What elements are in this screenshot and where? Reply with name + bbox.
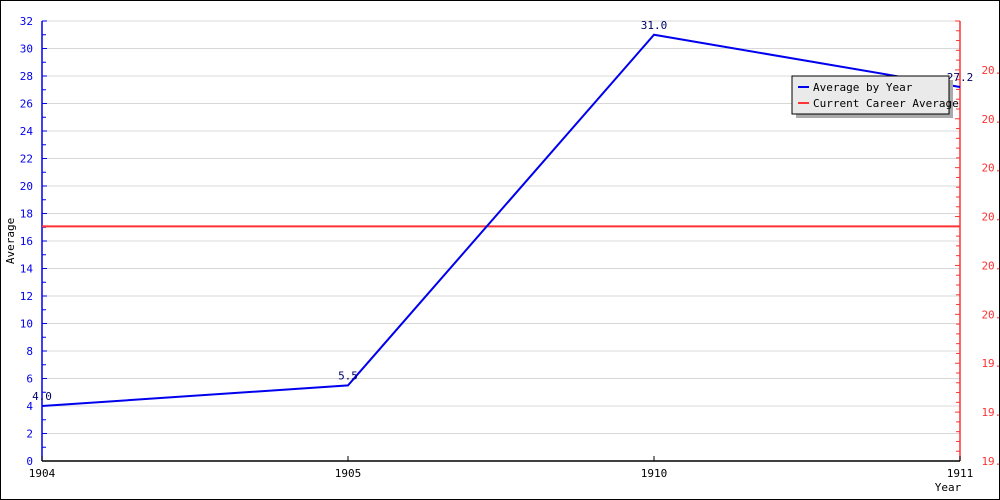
x-axis-title: Year — [935, 481, 962, 494]
data-label: 31.0 — [641, 19, 668, 32]
x-tick-label: 1905 — [335, 467, 362, 480]
chart-container: 02468101214161820222426283032 19.8519.90… — [0, 0, 1000, 500]
right-tick-label: 20.25 — [981, 64, 1000, 77]
legend: Average by Year Current Career Average — [791, 75, 959, 118]
right-tick-label: 20.10 — [981, 211, 1000, 224]
right-tick-label: 20.00 — [981, 308, 1000, 321]
legend-label: Current Career Average — [813, 97, 959, 110]
left-tick-label: 24 — [20, 125, 34, 138]
left-tick-label: 10 — [20, 318, 33, 331]
right-tick-label: 20.20 — [981, 113, 1000, 126]
line-chart: 02468101214161820222426283032 19.8519.90… — [4, 15, 1000, 494]
left-tick-label: 18 — [20, 208, 33, 221]
left-tick-label: 32 — [20, 15, 33, 28]
left-tick-label: 28 — [20, 70, 33, 83]
right-tick-label: 19.85 — [981, 455, 1000, 468]
data-label: 5.5 — [338, 369, 358, 382]
left-tick-label: 2 — [26, 428, 33, 441]
left-tick-label: 6 — [26, 373, 33, 386]
left-tick-label: 12 — [20, 290, 33, 303]
left-tick-label: 22 — [20, 153, 33, 166]
x-tick-label: 1911 — [947, 467, 974, 480]
y-axis-title: Average — [4, 218, 17, 264]
left-tick-label: 20 — [20, 180, 33, 193]
x-axis: 1904 1905 1910 1911 — [29, 456, 974, 480]
left-tick-label: 26 — [20, 98, 33, 111]
right-tick-label: 20.15 — [981, 162, 1000, 175]
legend-label: Average by Year — [813, 81, 913, 94]
left-tick-label: 8 — [26, 345, 33, 358]
x-tick-label: 1904 — [29, 467, 56, 480]
left-tick-label: 14 — [20, 263, 34, 276]
right-tick-label: 20.05 — [981, 259, 1000, 272]
data-label: 4.0 — [32, 390, 52, 403]
right-tick-label: 19.95 — [981, 357, 1000, 370]
left-tick-label: 30 — [20, 43, 33, 56]
right-tick-label: 19.90 — [981, 406, 1000, 419]
left-tick-label: 16 — [20, 235, 33, 248]
right-y-axis: 19.85 19.90 19.95 20.00 20.05 20.10 20.15 20.20… — [955, 20, 1000, 468]
x-tick-label: 1910 — [641, 467, 668, 480]
